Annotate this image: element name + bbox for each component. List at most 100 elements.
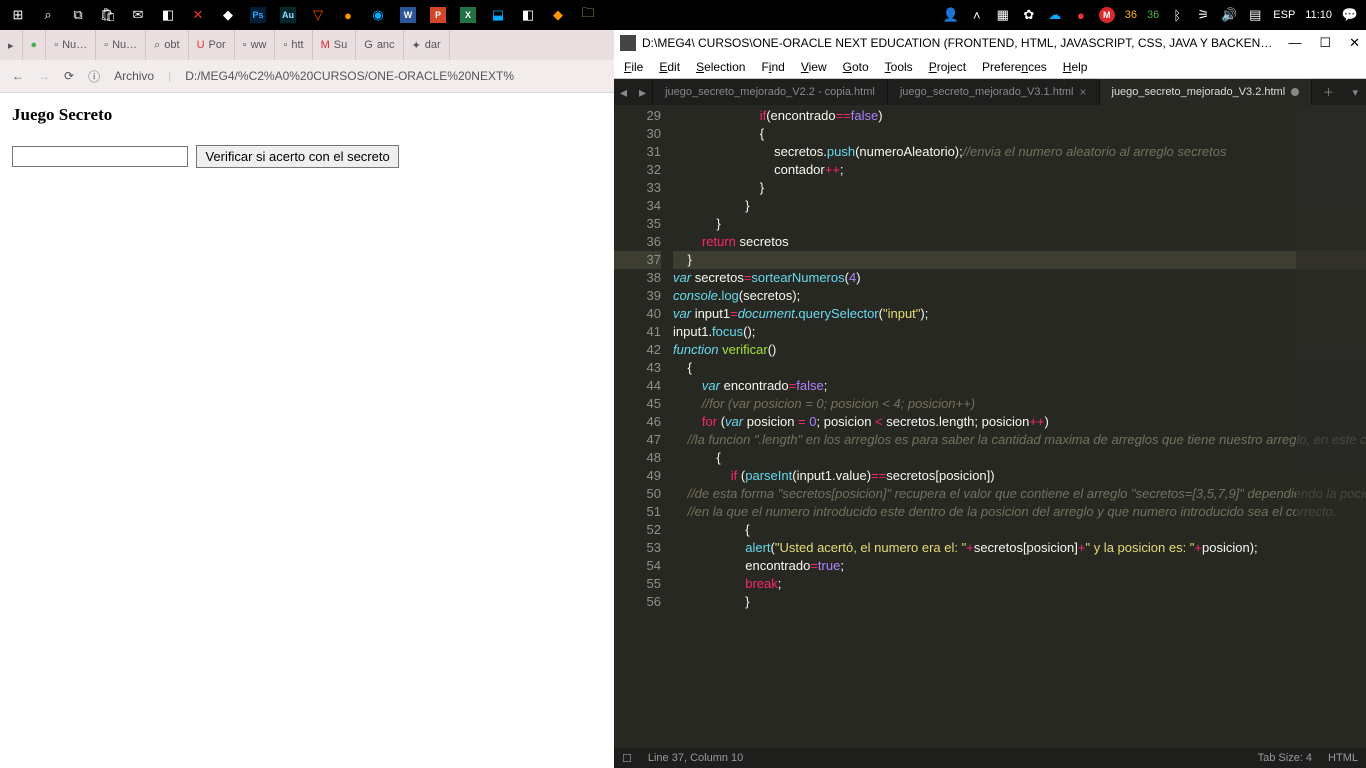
maximize-icon[interactable]: ☐ [1319,35,1331,51]
tab-nav-next[interactable]: ▸ [633,79,652,105]
menu-tools[interactable]: Tools [885,60,913,74]
chevron-up-icon[interactable]: ˄ [969,7,985,23]
explorer-icon[interactable]: 🗀 [580,7,596,23]
clock[interactable]: 11:10 [1305,9,1332,21]
minimize-icon[interactable]: — [1288,35,1301,51]
volume-icon[interactable]: 🔊 [1221,7,1237,23]
close-icon[interactable]: ✕ [1349,35,1360,51]
store-icon[interactable]: 🛍 [100,7,116,23]
sublime-file-tabs: ◂ ▸ juego_secreto_mejorado_V2.2 - copia.… [614,79,1366,105]
dirty-indicator-icon [1291,88,1299,96]
cursor-position: Line 37, Column 10 [648,752,743,764]
app-icon[interactable]: ✕ [190,7,206,23]
browser-tab[interactable]: ⌕ obt [146,30,188,60]
forward-icon[interactable]: → [38,69,50,83]
url-text[interactable]: D:/MEG4/%C2%A0%20CURSOS/ONE-ORACLE%20NEX… [185,69,602,83]
word-icon[interactable]: W [400,7,416,23]
browser-tab[interactable]: ● [23,30,47,60]
people-icon[interactable]: 👤 [943,7,959,23]
back-icon[interactable]: ← [12,69,24,83]
menu-preferences[interactable]: Preferences [982,60,1047,74]
bluetooth-icon[interactable]: ᛒ [1169,7,1185,23]
taskbar-tray: 👤 ˄ ▦ ✿ ☁ ● M 36 36 ᛒ ⚞ 🔊 ▤ ESP 11:10 💬 [943,7,1366,23]
status-icon[interactable]: ☐ [622,752,632,765]
tray-icon[interactable]: ✿ [1021,7,1037,23]
new-tab-icon[interactable]: ＋ [1315,79,1342,105]
tab-nav-prev[interactable]: ◂ [614,79,633,105]
verify-button[interactable]: Verificar si acerto con el secreto [196,145,398,168]
tray-badge: 36 [1125,9,1137,21]
menu-help[interactable]: Help [1063,60,1088,74]
tab-size[interactable]: Tab Size: 4 [1258,752,1312,764]
minimap[interactable] [1296,105,1366,748]
sublime-menubar: File Edit Selection Find View Goto Tools… [614,55,1366,79]
search-icon[interactable]: ⌕ [40,7,56,23]
browser-tab[interactable]: ▫ Nu… [96,30,146,60]
page-content: Juego Secreto Verificar si acerto con el… [0,93,614,768]
guess-input[interactable] [12,146,188,167]
menu-file[interactable]: File [624,60,643,74]
wifi-icon[interactable]: ⚞ [1195,7,1211,23]
sublime-icon[interactable]: ◆ [550,7,566,23]
edge-icon[interactable]: ◉ [370,7,386,23]
browser-tab[interactable]: M Su [313,30,357,60]
menu-find[interactable]: Find [761,60,784,74]
browser-window: ▸ ● ▫ Nu… ▫ Nu… ⌕ obt U Por ▫ ww ▫ htt M… [0,30,614,768]
sublime-window: D:\MEG4\ CURSOS\ONE-ORACLE NEXT EDUCATIO… [614,30,1366,768]
file-icon: ⓘ [88,68,100,85]
close-tab-icon[interactable]: × [1079,85,1086,99]
page-title: Juego Secreto [12,105,602,125]
start-icon[interactable]: ⊞ [10,7,26,23]
app-icon[interactable]: ◧ [520,7,536,23]
browser-tabstrip: ▸ ● ▫ Nu… ▫ Nu… ⌕ obt U Por ▫ ww ▫ htt M… [0,30,614,60]
menu-goto[interactable]: Goto [843,60,869,74]
excel-icon[interactable]: X [460,7,476,23]
url-prefix: Archivo [114,69,154,83]
mega-icon[interactable]: M [1099,7,1115,23]
audition-icon[interactable]: Au [280,7,296,23]
browser-control[interactable]: ▸ [0,30,23,60]
vscode-icon[interactable]: ⬓ [490,7,506,23]
tray-icon[interactable]: ● [1073,7,1089,23]
syntax-mode[interactable]: HTML [1328,752,1358,764]
reload-icon[interactable]: ⟳ [64,69,74,83]
taskview-icon[interactable]: ⧉ [70,7,86,23]
onedrive-icon[interactable]: ☁ [1047,7,1063,23]
app-icon[interactable]: ◧ [160,7,176,23]
windows-taskbar: ⊞ ⌕ ⧉ 🛍 ✉ ◧ ✕ ◆ Ps Au ▽ ● ◉ W P X ⬓ ◧ ◆ … [0,0,1366,30]
mail-icon[interactable]: ✉ [130,7,146,23]
menu-view[interactable]: View [801,60,827,74]
editor-area[interactable]: 2930313233343536373839404142434445464748… [614,105,1366,748]
file-tab[interactable]: juego_secreto_mejorado_V2.2 - copia.html [653,79,888,105]
tray-badge: 36 [1147,9,1159,21]
window-title: D:\MEG4\ CURSOS\ONE-ORACLE NEXT EDUCATIO… [642,36,1288,50]
language-indicator[interactable]: ESP [1273,9,1295,21]
code-content[interactable]: if(encontrado==false) { secretos.push(nu… [669,105,1366,748]
tray-icon[interactable]: ▦ [995,7,1011,23]
sublime-titlebar: D:\MEG4\ CURSOS\ONE-ORACLE NEXT EDUCATIO… [614,30,1366,55]
browser-tab[interactable]: ▫ Nu… [46,30,96,60]
file-tab-active[interactable]: juego_secreto_mejorado_V3.2.html [1100,79,1313,105]
menu-edit[interactable]: Edit [659,60,680,74]
browser-tab[interactable]: U Por [189,30,235,60]
browser-tab[interactable]: ✦ dar [404,30,450,60]
firefox-icon[interactable]: ● [340,7,356,23]
photoshop-icon[interactable]: Ps [250,7,266,23]
menu-selection[interactable]: Selection [696,60,745,74]
tab-menu-icon[interactable]: ▾ [1344,79,1366,105]
browser-tab[interactable]: ▫ htt [275,30,312,60]
file-tab[interactable]: juego_secreto_mejorado_V3.1.html× [888,79,1100,105]
browser-address-bar: ← → ⟳ ⓘ Archivo | D:/MEG4/%C2%A0%20CURSO… [0,60,614,93]
taskbar-left: ⊞ ⌕ ⧉ 🛍 ✉ ◧ ✕ ◆ Ps Au ▽ ● ◉ W P X ⬓ ◧ ◆ … [0,7,596,23]
sublime-app-icon [620,35,636,51]
battery-icon[interactable]: ▤ [1247,7,1263,23]
powerpoint-icon[interactable]: P [430,7,446,23]
sublime-statusbar: ☐ Line 37, Column 10 Tab Size: 4 HTML [614,748,1366,768]
menu-project[interactable]: Project [929,60,966,74]
line-number-gutter: 2930313233343536373839404142434445464748… [614,105,669,748]
notifications-icon[interactable]: 💬 [1342,7,1358,23]
browser-tab[interactable]: G anc [356,30,403,60]
brave-icon[interactable]: ▽ [310,7,326,23]
app-icon[interactable]: ◆ [220,7,236,23]
browser-tab[interactable]: ▫ ww [235,30,276,60]
